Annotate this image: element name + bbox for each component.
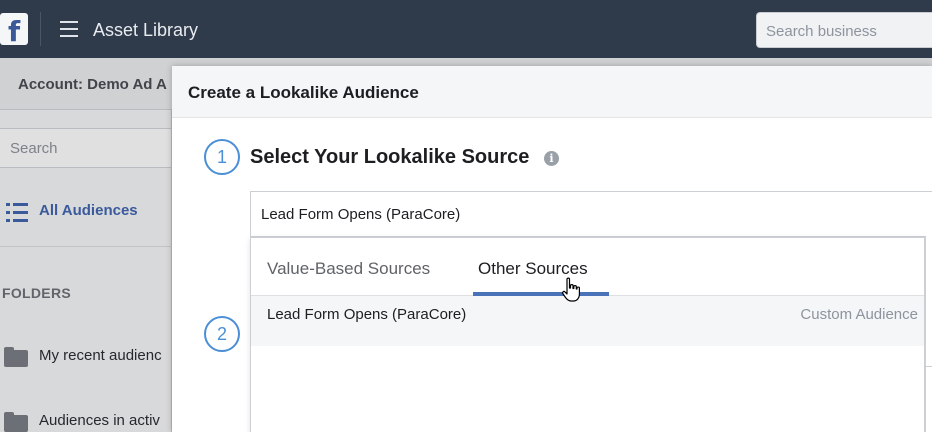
hamburger-menu-icon[interactable] [60,21,78,37]
topbar-divider [40,12,41,46]
modal-header: Create a Lookalike Audience [172,66,932,118]
business-search-input[interactable]: Search business [756,12,932,48]
source-option-type: Custom Audience [800,306,918,323]
source-tabs: Value-Based Sources Other Sources [251,238,924,296]
hand-cursor-icon [562,277,580,302]
facebook-logo[interactable]: f [0,13,28,48]
facebook-logo-letter: f [8,15,21,48]
tab-other-sources[interactable]: Other Sources [478,259,588,279]
modal-right-edge [925,236,932,432]
top-navigation-bar: f Asset Library Search business [0,0,932,58]
step-1-indicator: 1 [204,139,240,175]
tab-value-based-sources[interactable]: Value-Based Sources [267,259,430,279]
lookalike-source-input[interactable]: Lead Form Opens (ParaCore) [250,191,932,237]
step-2-indicator: 2 [204,316,240,352]
source-option-name: Lead Form Opens (ParaCore) [267,306,467,323]
step-1-title: Select Your Lookalike Source [250,146,530,168]
modal-title: Create a Lookalike Audience [188,83,419,102]
app-title: Asset Library [93,20,199,40]
business-search-placeholder: Search business [766,23,877,40]
lookalike-audience-modal: Create a Lookalike Audience 1 Select You… [172,66,932,432]
info-icon[interactable]: i [544,151,559,166]
source-option[interactable]: Lead Form Opens (ParaCore) Custom Audien… [251,296,924,346]
lookalike-source-value: Lead Form Opens (ParaCore) [261,206,461,223]
source-dropdown: Value-Based Sources Other Sources Lead F… [250,237,925,432]
